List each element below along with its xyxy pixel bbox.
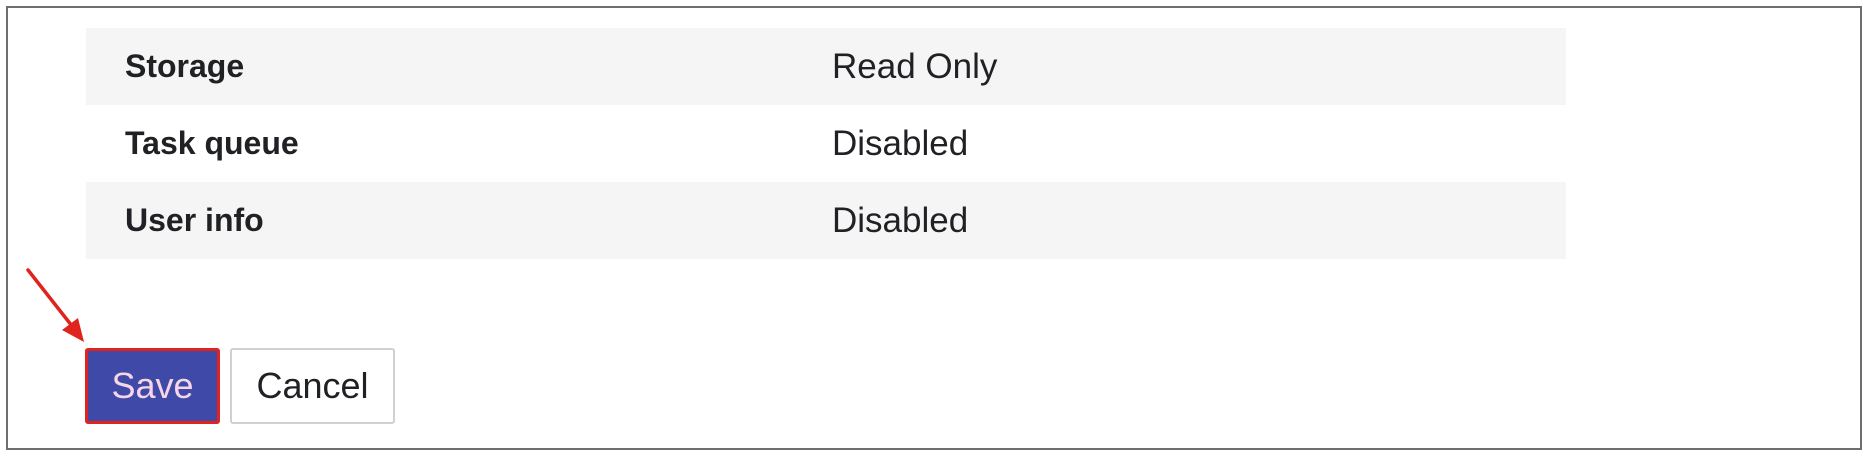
save-button[interactable]: Save [85, 348, 220, 424]
setting-value: Read Only [832, 46, 998, 86]
setting-label: User info [125, 202, 264, 238]
settings-table: Storage Read Only Task queue Disabled Us… [86, 28, 1566, 259]
arrow-icon [26, 268, 84, 342]
setting-label: Storage [125, 48, 245, 84]
table-row-storage: Storage Read Only [86, 28, 1566, 105]
form-actions: Save Cancel [85, 348, 395, 424]
table-row-task-queue: Task queue Disabled [86, 105, 1566, 182]
cancel-button[interactable]: Cancel [230, 348, 395, 424]
settings-panel: Storage Read Only Task queue Disabled Us… [6, 6, 1862, 450]
setting-label: Task queue [125, 125, 299, 161]
setting-value: Disabled [832, 123, 969, 163]
setting-value: Disabled [832, 200, 969, 240]
table-row-user-info: User info Disabled [86, 182, 1566, 259]
